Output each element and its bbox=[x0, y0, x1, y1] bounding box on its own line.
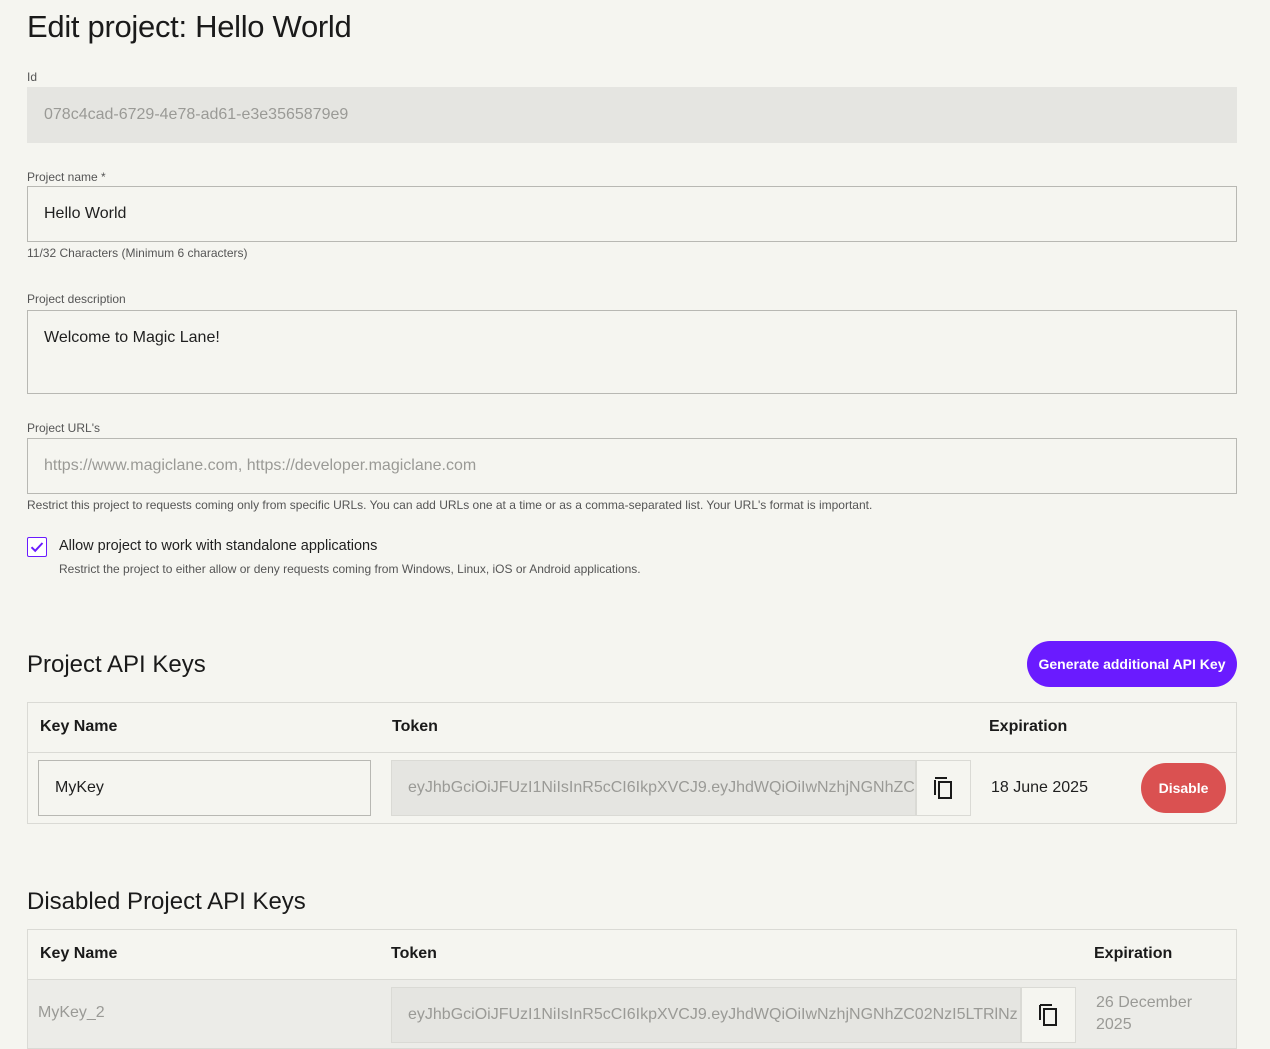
column-key-name: Key Name bbox=[40, 718, 118, 735]
project-description-label: Project description bbox=[27, 292, 126, 306]
id-field bbox=[27, 87, 1237, 143]
column-expiration: Expiration bbox=[989, 718, 1068, 735]
disabled-token-field: eyJhbGciOiJFUzI1NiIsInR5cCI6IkpXVCJ9.eyJ… bbox=[391, 987, 1021, 1043]
project-name-hint: 11/32 Characters (Minimum 6 characters) bbox=[27, 246, 248, 260]
copy-disabled-token-button[interactable] bbox=[1021, 987, 1076, 1043]
api-keys-title: Project API Keys bbox=[27, 651, 206, 678]
copy-icon bbox=[933, 777, 952, 799]
standalone-checkbox[interactable] bbox=[27, 537, 47, 557]
expiration-value: 18 June 2025 bbox=[991, 779, 1088, 796]
project-name-input[interactable] bbox=[27, 186, 1237, 242]
disabled-keys-table: Key Name Token Expiration MyKey_2 eyJhbG… bbox=[27, 929, 1237, 1049]
project-urls-label: Project URL's bbox=[27, 421, 100, 435]
column-token: Token bbox=[392, 718, 438, 735]
disabled-expiration-value: 26 December 2025 bbox=[1096, 994, 1193, 1033]
checkmark-icon bbox=[30, 542, 44, 553]
generate-api-key-button[interactable]: Generate additional API Key bbox=[1027, 641, 1237, 687]
copy-token-button[interactable] bbox=[916, 760, 971, 816]
standalone-label[interactable]: Allow project to work with standalone ap… bbox=[59, 538, 377, 554]
disable-key-button[interactable]: Disable bbox=[1141, 763, 1226, 813]
key-name-input[interactable] bbox=[38, 760, 371, 816]
disabled-keys-title: Disabled Project API Keys bbox=[27, 888, 306, 915]
column-token: Token bbox=[391, 945, 437, 962]
project-urls-input[interactable] bbox=[27, 438, 1237, 494]
column-expiration: Expiration bbox=[1094, 945, 1173, 962]
table-divider bbox=[28, 752, 1236, 753]
disabled-key-name: MyKey_2 bbox=[38, 1004, 105, 1021]
project-urls-hint: Restrict this project to requests coming… bbox=[27, 498, 873, 512]
token-field: eyJhbGciOiJFUzI1NiIsInR5cCI6IkpXVCJ9.eyJ… bbox=[391, 760, 916, 816]
api-keys-table: Key Name Token Expiration eyJhbGciOiJFUz… bbox=[27, 702, 1237, 824]
column-key-name: Key Name bbox=[40, 945, 118, 962]
table-row: MyKey_2 eyJhbGciOiJFUzI1NiIsInR5cCI6IkpX… bbox=[28, 980, 1236, 1048]
project-name-label: Project name * bbox=[27, 170, 106, 184]
page-title: Edit project: Hello World bbox=[27, 9, 352, 44]
id-label: Id bbox=[27, 70, 38, 84]
project-description-input[interactable]: Welcome to Magic Lane! bbox=[27, 310, 1237, 394]
standalone-hint: Restrict the project to either allow or … bbox=[59, 562, 641, 576]
copy-icon bbox=[1038, 1004, 1057, 1026]
